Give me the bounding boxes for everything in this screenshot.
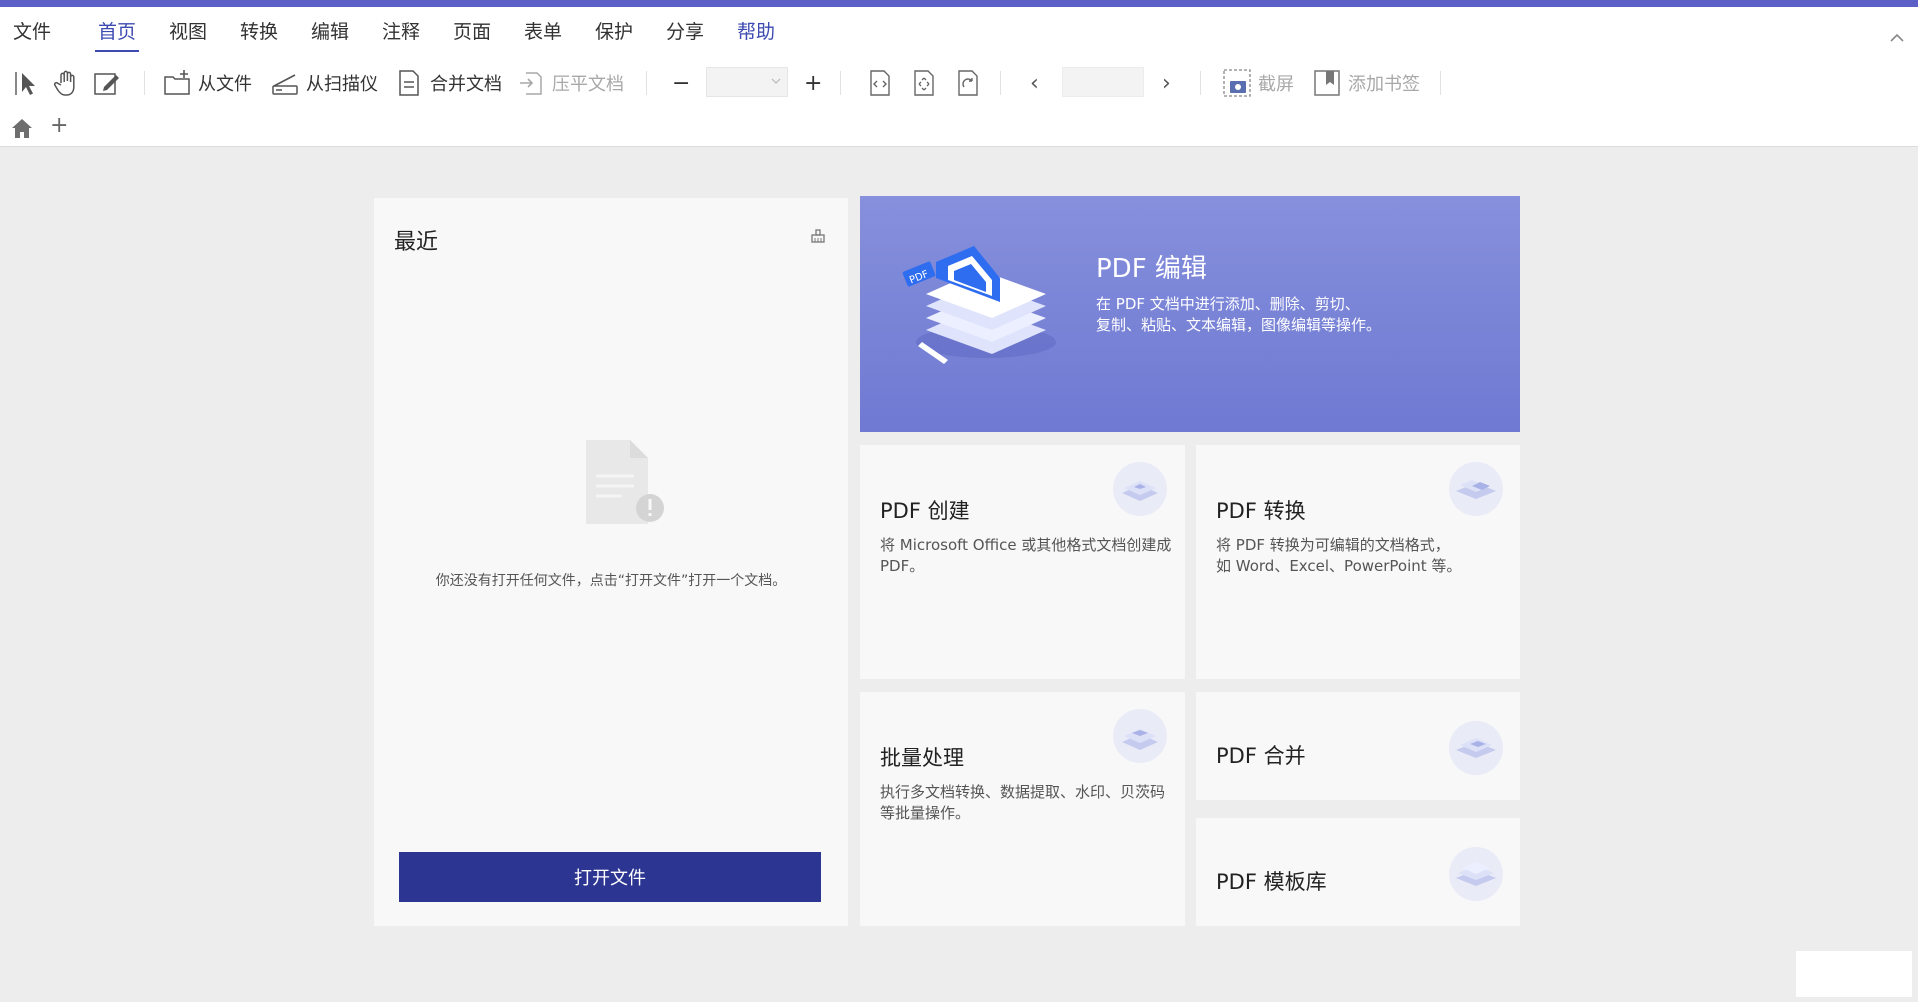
fit-width-button[interactable] [866,64,894,102]
new-tab-button[interactable]: + [50,113,68,138]
next-page-button[interactable]: › [1162,64,1171,102]
empty-recent-message: 你还没有打开任何文件，点击“打开文件”打开一个文档。 [435,573,787,589]
hand-icon [52,68,82,98]
bookmark-icon [1312,68,1342,98]
from-scanner-button[interactable]: 从扫描仪 [270,64,378,102]
pdf-edit-desc: 在 PDF 文档中进行添加、删除、剪切、 复制、粘贴、文本编辑，图像编辑等操作。 [1096,295,1382,334]
collapse-ribbon-icon[interactable] [1890,31,1904,47]
status-corner-panel [1796,951,1912,997]
pdf-create-desc: 将 Microsoft Office 或其他格式文档创建成 PDF。 [880,536,1172,575]
toolbar-separator [1200,71,1201,95]
pdf-create-title: PDF 创建 [880,499,970,523]
toolbar-separator [1000,71,1001,95]
pdf-edit-title: PDF 编辑 [1096,254,1207,284]
pdf-convert-title: PDF 转换 [1216,499,1306,523]
menu-bar: 文件 首页 视图 转换 编辑 注释 页面 表单 保护 分享 帮助 [0,7,1918,55]
add-bookmark-button[interactable]: 添加书签 [1312,64,1420,102]
merge-docs-button[interactable]: 合并文档 [394,64,502,102]
document-tab-bar: + [0,111,1918,147]
empty-document-icon [584,438,668,530]
recent-title: 最近 [394,230,439,255]
pdf-merge-title: PDF 合并 [1216,744,1306,768]
batch-processing-title: 批量处理 [880,746,964,770]
rotate-icon [954,68,982,98]
screenshot-button[interactable]: 截屏 [1222,64,1294,102]
flatten-docs-button[interactable]: 压平文档 [516,64,624,102]
zoom-level-select[interactable] [706,67,788,97]
merge-docs-label: 合并文档 [430,74,502,95]
select-tool-button[interactable] [12,64,42,102]
tab-protect[interactable]: 保护 [595,17,633,44]
tab-view[interactable]: 视图 [169,17,207,44]
cursor-icon [12,68,42,98]
tab-home[interactable]: 首页 [94,17,140,52]
from-file-button[interactable]: 从文件 [162,64,252,102]
toolbar-separator [1440,71,1441,95]
toolbar-separator [840,71,841,95]
pdf-templates-title: PDF 模板库 [1216,870,1327,894]
from-file-label: 从文件 [198,74,252,95]
pdf-create-icon [1112,461,1168,521]
home-tab[interactable] [10,117,34,143]
pdf-merge-card[interactable]: PDF 合并 [1196,692,1520,800]
hand-tool-button[interactable] [52,64,82,102]
window-top-accent [0,0,1918,7]
tab-form[interactable]: 表单 [524,17,562,44]
pdf-convert-icon [1448,461,1504,521]
flatten-docs-label: 压平文档 [552,74,624,95]
edit-box-icon [92,68,122,98]
pdf-templates-icon [1448,846,1504,906]
recent-files-panel: 最近 你还没有打开任何文件，点击“打开文件”打开一个文档。 打开文件 [374,198,848,926]
pdf-edit-card[interactable]: PDF PDF 编辑 在 PDF 文档中进行添加、删除、剪切、 复制、粘贴、文本… [860,196,1520,432]
add-bookmark-label: 添加书签 [1348,74,1420,95]
tab-share[interactable]: 分享 [666,17,704,44]
from-scanner-label: 从扫描仪 [306,74,378,95]
screenshot-icon [1222,68,1252,98]
edit-tool-button[interactable] [92,64,122,102]
toolbar-separator [144,71,145,95]
flatten-icon [516,68,546,98]
fit-page-icon [910,68,938,98]
batch-processing-card[interactable]: 批量处理 执行多文档转换、数据提取、水印、贝茨码 等批量操作。 [860,692,1185,926]
pdf-convert-desc: 将 PDF 转换为可编辑的文档格式， 如 Word、Excel、PowerPoi… [1216,536,1462,575]
tab-convert[interactable]: 转换 [240,17,278,44]
tab-edit[interactable]: 编辑 [311,17,349,44]
chevron-down-icon [771,73,781,92]
screenshot-label: 截屏 [1258,74,1294,95]
fit-page-button[interactable] [910,64,938,102]
tab-help[interactable]: 帮助 [737,17,775,44]
pdf-merge-icon [1448,720,1504,780]
prev-page-button[interactable]: ‹ [1030,64,1039,102]
open-file-button[interactable]: 打开文件 [399,852,821,902]
batch-processing-icon [1112,708,1168,768]
pdf-convert-card[interactable]: PDF 转换 将 PDF 转换为可编辑的文档格式， 如 Word、Excel、P… [1196,445,1520,679]
page-number-input[interactable] [1062,67,1144,97]
home-icon [10,119,34,143]
toolbar-separator [646,71,647,95]
tab-page[interactable]: 页面 [453,17,491,44]
zoom-out-button[interactable]: − [672,64,690,102]
scanner-icon [270,68,300,98]
batch-processing-desc: 执行多文档转换、数据提取、水印、贝茨码 等批量操作。 [880,783,1166,822]
tab-comment[interactable]: 注释 [382,17,420,44]
ribbon-toolbar: 从文件 从扫描仪 合并文档 压平文档 − + ‹ › 截屏 添加书签 [0,55,1918,111]
document-icon [394,68,424,98]
zoom-in-button[interactable]: + [804,64,822,102]
pdf-templates-card[interactable]: PDF 模板库 [1196,818,1520,926]
rotate-page-button[interactable] [954,64,982,102]
pdf-create-card[interactable]: PDF 创建 将 Microsoft Office 或其他格式文档创建成 PDF… [860,445,1185,679]
clear-recent-icon[interactable] [810,228,826,248]
pdf-edit-illustration: PDF [896,222,1076,386]
menu-file[interactable]: 文件 [13,17,51,44]
new-folder-icon [162,68,192,98]
fit-width-icon [866,68,894,98]
